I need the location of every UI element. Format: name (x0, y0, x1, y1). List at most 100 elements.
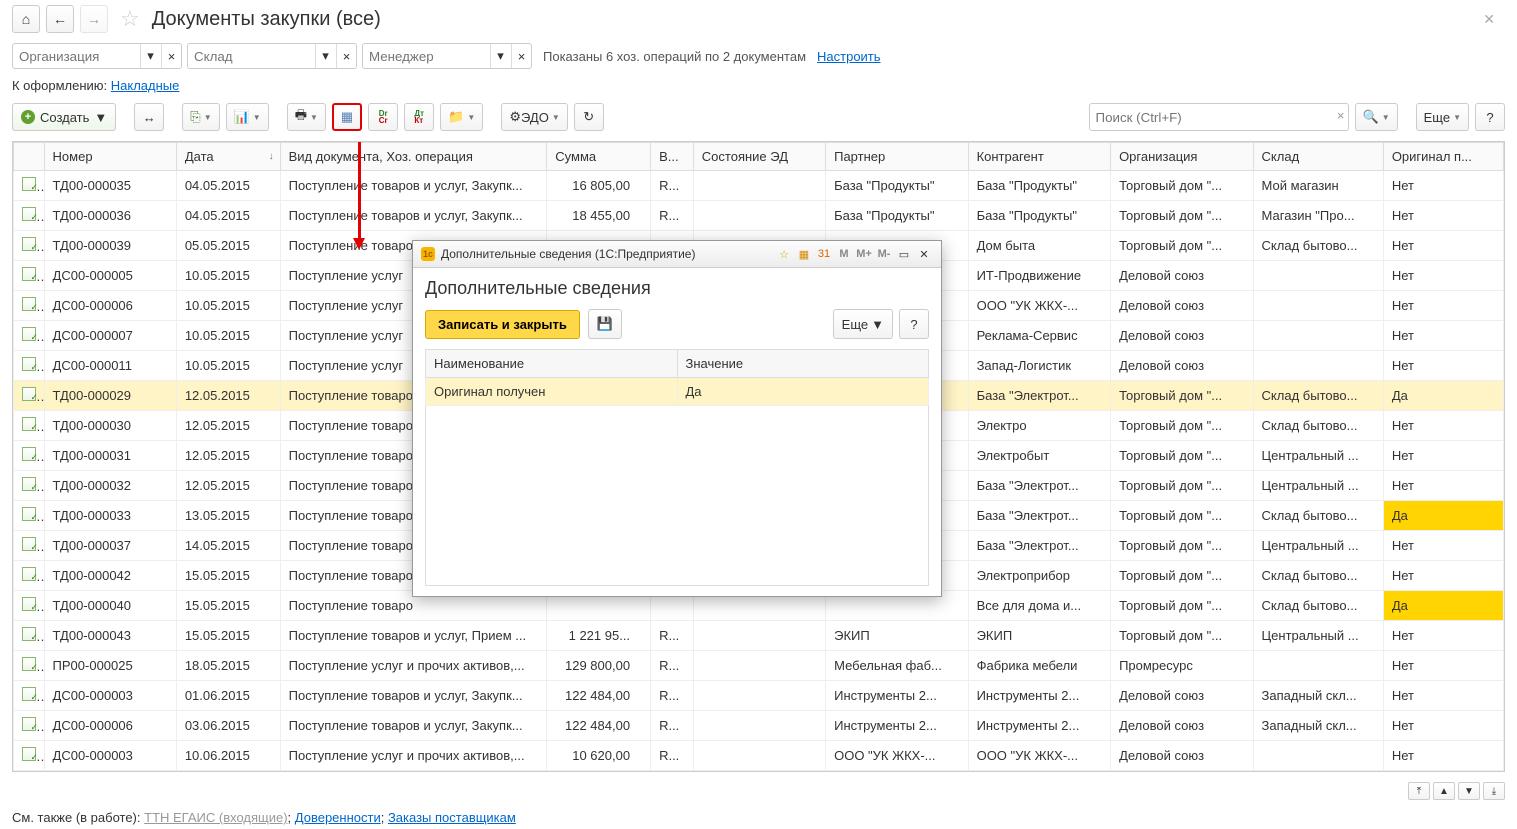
close-button[interactable]: ✕ (1473, 7, 1505, 32)
additional-info-button[interactable]: ▦ (332, 103, 362, 131)
cell-date: 15.05.2015 (176, 591, 280, 621)
dtkt-button[interactable]: ДтКт (404, 103, 434, 131)
table-row[interactable]: ДС00-000003 10.06.2015 Поступление услуг… (14, 741, 1504, 771)
cell-ctr: База "Электрот... (968, 501, 1110, 531)
cell-orig: Да (1383, 501, 1503, 531)
edo-button[interactable]: ⚙ ЭДО▼ (501, 103, 567, 131)
document-icon (22, 747, 36, 761)
table-row[interactable]: ПР00-000025 18.05.2015 Поступление услуг… (14, 651, 1504, 681)
col-7[interactable]: Контрагент (968, 143, 1110, 171)
cell-org: Торговый дом "... (1111, 561, 1253, 591)
cell-org: Торговый дом "... (1111, 171, 1253, 201)
create-button[interactable]: + Создать ▼ (12, 103, 116, 131)
document-icon (22, 357, 36, 371)
filter-manager-clear[interactable]: × (511, 44, 531, 68)
properties-table[interactable]: Наименование Значение Оригинал получен Д… (425, 349, 929, 406)
cell-partner: ЭКИП (826, 621, 968, 651)
forward-button[interactable]: → (80, 5, 108, 33)
col-icon[interactable] (14, 143, 45, 171)
nav-first[interactable]: ⤒ (1408, 782, 1430, 800)
cell-sum: 122 484,00 (547, 711, 651, 741)
col-4[interactable]: В... (651, 143, 694, 171)
col-9[interactable]: Склад (1253, 143, 1383, 171)
col-1[interactable]: Дата↓ (176, 143, 280, 171)
cell-sum: 1 221 95... (547, 621, 651, 651)
refresh-button[interactable]: ↻ (574, 103, 604, 131)
document-icon (22, 537, 36, 551)
filter-store-dropdown[interactable]: ▾ (315, 44, 335, 68)
col-10[interactable]: Оригинал п... (1383, 143, 1503, 171)
modal-mminus-btn[interactable]: M- (875, 246, 893, 262)
table-row[interactable]: ТД00-000035 04.05.2015 Поступление товар… (14, 171, 1504, 201)
cell-org: Деловой союз (1111, 741, 1253, 771)
cell-num: ТД00-000031 (44, 441, 176, 471)
cell-date: 04.05.2015 (176, 201, 280, 231)
search-input[interactable] (1089, 103, 1349, 131)
modal-col-value[interactable]: Значение (677, 350, 929, 378)
row-icon-cell (14, 411, 45, 441)
row-icon-cell (14, 741, 45, 771)
page-title: Документы закупки (все) (152, 8, 381, 31)
copy-button[interactable]: ⎘▼ (182, 103, 219, 131)
chart-button[interactable]: 📊▼ (226, 103, 269, 131)
table-row[interactable]: ДС00-000003 01.06.2015 Поступление товар… (14, 681, 1504, 711)
modal-fav-icon[interactable]: ☆ (775, 246, 793, 262)
cell-ctr: Электроприбор (968, 561, 1110, 591)
footer-link-egais[interactable]: ТТН ЕГАИС (входящие) (144, 810, 287, 825)
cell-org: Промресурс (1111, 651, 1253, 681)
table-row[interactable]: ТД00-000043 15.05.2015 Поступление товар… (14, 621, 1504, 651)
save-close-button[interactable]: Записать и закрыть (425, 310, 580, 339)
modal-close-btn[interactable]: ✕ (915, 246, 933, 262)
modal-m-btn[interactable]: M (835, 246, 853, 262)
filter-store-clear[interactable]: × (336, 44, 356, 68)
col-0[interactable]: Номер (44, 143, 176, 171)
col-6[interactable]: Партнер (826, 143, 968, 171)
modal-more-button[interactable]: Еще▼ (833, 309, 893, 339)
table-row[interactable]: ТД00-000036 04.05.2015 Поступление товар… (14, 201, 1504, 231)
col-3[interactable]: Сумма (547, 143, 651, 171)
document-icon (22, 207, 36, 221)
nav-last[interactable]: ⤓ (1483, 782, 1505, 800)
to-process-link[interactable]: Накладные (111, 78, 180, 93)
cell-store (1253, 321, 1383, 351)
filter-manager-dropdown[interactable]: ▾ (490, 44, 510, 68)
nav-up[interactable]: ▲ (1433, 782, 1455, 800)
configure-link[interactable]: Настроить (817, 49, 881, 64)
col-5[interactable]: Состояние ЭД (693, 143, 825, 171)
col-8[interactable]: Организация (1111, 143, 1253, 171)
width-button[interactable]: ↔ (134, 103, 164, 131)
modal-help-button[interactable]: ? (899, 309, 929, 339)
favorite-star-icon[interactable]: ☆ (114, 6, 146, 32)
footer-link-orders[interactable]: Заказы поставщикам (388, 810, 516, 825)
filter-org-clear[interactable]: × (161, 44, 181, 68)
search-clear[interactable]: × (1337, 108, 1345, 123)
cell-num: ПР00-000025 (44, 651, 176, 681)
cell-date: 12.05.2015 (176, 411, 280, 441)
modal-minimize-btn[interactable]: ▭ (895, 246, 913, 262)
modal-mplus-btn[interactable]: M+ (855, 246, 873, 262)
search-button[interactable]: 🔍▼ (1355, 103, 1398, 131)
more-button[interactable]: Еще▼ (1416, 103, 1469, 131)
row-icon-cell (14, 441, 45, 471)
save-button[interactable]: 💾 (588, 309, 622, 339)
modal-empty-area (425, 406, 929, 586)
nav-down[interactable]: ▼ (1458, 782, 1480, 800)
cell-num: ТД00-000036 (44, 201, 176, 231)
filter-org-dropdown[interactable]: ▾ (140, 44, 160, 68)
col-2[interactable]: Вид документа, Хоз. операция (280, 143, 547, 171)
cell-v: R... (651, 741, 694, 771)
plus-icon: + (21, 110, 35, 124)
table-row[interactable]: ДС00-000006 03.06.2015 Поступление товар… (14, 711, 1504, 741)
drcr-button[interactable]: DrCr (368, 103, 398, 131)
home-button[interactable]: ⌂ (12, 5, 40, 33)
modal-col-name[interactable]: Наименование (426, 350, 678, 378)
footer-link-proxy[interactable]: Доверенности (295, 810, 381, 825)
print-button[interactable]: 🖶▼ (287, 103, 326, 131)
help-button[interactable]: ? (1475, 103, 1505, 131)
folder-button[interactable]: 📁▼ (440, 103, 483, 131)
cell-v: R... (651, 201, 694, 231)
modal-calendar-icon[interactable]: 31 (815, 246, 833, 262)
back-button[interactable]: ← (46, 5, 74, 33)
modal-calc-icon[interactable]: ▦ (795, 246, 813, 262)
property-row[interactable]: Оригинал получен Да (426, 378, 929, 406)
